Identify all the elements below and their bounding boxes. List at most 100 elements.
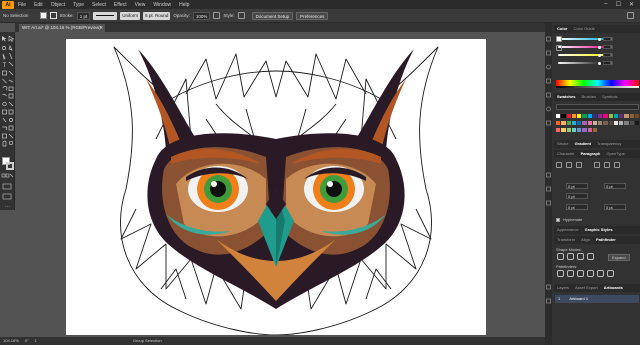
lasso-icon	[8, 45, 13, 51]
align-right-icon[interactable]	[576, 162, 582, 168]
free-transform-icon	[8, 93, 14, 99]
menu-view[interactable]: View	[131, 2, 150, 8]
merge-icon[interactable]	[577, 270, 584, 277]
variable-width-profile[interactable]	[93, 11, 118, 20]
menu-edit[interactable]: Edit	[30, 2, 47, 8]
document-setup-button[interactable]: Document Setup	[251, 11, 294, 20]
align-center-icon[interactable]	[566, 162, 572, 168]
yellow-slider[interactable]: 0	[558, 53, 638, 57]
black-value[interactable]: 0	[603, 61, 613, 65]
menu-type[interactable]: Type	[69, 2, 88, 8]
fill-swatch[interactable]	[39, 12, 47, 19]
gradient-mode-icon	[5, 173, 10, 178]
justify-center-icon[interactable]	[604, 162, 610, 168]
divide-icon[interactable]	[557, 270, 564, 277]
tab-pathfinder[interactable]: Pathfinder	[596, 236, 616, 244]
minimize-button[interactable]: –	[604, 1, 607, 8]
justify-left-icon[interactable]	[594, 162, 600, 168]
tab-swatches[interactable]: Swatches	[557, 93, 575, 101]
tab-asset-export[interactable]: Asset Export	[575, 284, 598, 292]
zoom-level[interactable]: 104.16%	[3, 337, 19, 345]
first-line-indent-field[interactable]: 0 pt	[566, 193, 588, 199]
recolor-icon[interactable]	[213, 12, 221, 19]
tab-paragraph[interactable]: Paragraph	[581, 150, 601, 158]
menu-effect[interactable]: Effect	[110, 2, 131, 8]
magenta-slider[interactable]: 0	[558, 45, 638, 49]
layers-panel-tabs: Layers Asset Export Artboards	[554, 284, 640, 292]
tab-align[interactable]: Align	[581, 236, 590, 244]
unite-icon[interactable]	[557, 253, 564, 260]
yellow-value[interactable]: 0	[603, 53, 613, 57]
outline-icon[interactable]	[597, 270, 604, 277]
tab-transform[interactable]: Transform	[557, 236, 575, 244]
artboard[interactable]	[66, 39, 486, 335]
rotation-angle[interactable]: 0°	[25, 337, 29, 345]
style-swatch-icon[interactable]	[237, 12, 245, 19]
tab-brushes[interactable]: Brushes	[581, 93, 596, 101]
swatch-grid[interactable]	[556, 114, 639, 134]
preferences-button[interactable]: Preferences	[296, 11, 329, 20]
exclude-icon[interactable]	[587, 253, 594, 260]
symbols-panel-icon	[546, 120, 551, 126]
magenta-value[interactable]: 0	[603, 45, 613, 49]
canvas-pasteboard[interactable]	[15, 32, 545, 337]
artboard-list-item[interactable]: 1 Artboard 1	[555, 295, 639, 303]
close-button[interactable]: ✕	[629, 1, 634, 8]
tab-layers[interactable]: Layers	[557, 284, 569, 292]
type-panel-tabs: Character Paragraph OpenType	[554, 150, 640, 158]
tab-artboards[interactable]: Artboards	[604, 284, 623, 292]
justify-all-icon[interactable]	[614, 162, 620, 168]
tab-opentype[interactable]: OpenType	[606, 150, 624, 158]
menu-object[interactable]: Object	[47, 2, 69, 8]
tab-gradient[interactable]: Gradient	[575, 140, 591, 148]
color-panel-tabs: Color Color Guide	[554, 25, 640, 33]
owl-illustration[interactable]	[66, 39, 486, 335]
crop-icon[interactable]	[587, 270, 594, 277]
tab-color-guide[interactable]: Color Guide	[573, 25, 594, 33]
tab-transparency[interactable]: Transparency	[597, 140, 621, 148]
intersect-icon[interactable]	[577, 253, 584, 260]
arrange-icon[interactable]	[627, 12, 634, 19]
minus-back-icon[interactable]	[607, 270, 614, 277]
right-indent-field[interactable]: 0 pt	[604, 183, 626, 189]
artboard-navigator[interactable]: 1	[35, 337, 37, 345]
menu-select[interactable]: Select	[88, 2, 110, 8]
minus-front-icon[interactable]	[567, 253, 574, 260]
brush-dropdown[interactable]: 5 pt. Round	[143, 11, 171, 20]
stroke-swatch[interactable]	[49, 12, 57, 19]
tools-lower-icons: ···	[1, 173, 14, 210]
tab-color[interactable]: Color	[557, 25, 567, 33]
tab-character[interactable]: Character	[557, 150, 575, 158]
stroke-weight-field[interactable]: 1 pt	[76, 11, 91, 20]
tab-stroke[interactable]: Stroke	[557, 140, 569, 148]
left-indent-field[interactable]: 0 pt	[566, 183, 588, 189]
black-slider[interactable]: 0	[558, 61, 638, 65]
menu-window[interactable]: Window	[149, 2, 175, 8]
menu-help[interactable]: Help	[175, 2, 193, 8]
maximize-button[interactable]: ☐	[616, 1, 621, 8]
opacity-field[interactable]: 100%	[192, 11, 211, 20]
tab-appearance[interactable]: Appearance	[557, 226, 579, 234]
profile-dropdown[interactable]: Uniform	[120, 11, 141, 20]
document-tab[interactable]: WIT Art.ai* @ 104.16 % (RGB/Preview) ✕	[19, 24, 105, 32]
expand-button[interactable]: Expand	[608, 254, 630, 261]
panel-fill-swatch[interactable]	[556, 36, 562, 42]
cyan-value[interactable]: 0	[603, 37, 613, 41]
trim-icon[interactable]	[567, 270, 574, 277]
space-before-field[interactable]: 0 pt	[566, 204, 588, 210]
close-document-icon[interactable]: ✕	[99, 24, 103, 32]
panel-stroke-swatch[interactable]	[556, 45, 562, 51]
cyan-slider[interactable]: 0	[558, 37, 638, 41]
swatch-search-field[interactable]	[556, 104, 639, 110]
artboard-name: Artboard 1	[569, 296, 589, 301]
menu-file[interactable]: File	[14, 2, 30, 8]
stroke-label: Stroke:	[59, 13, 74, 18]
tab-symbols[interactable]: Symbols	[602, 93, 617, 101]
tab-graphic-styles[interactable]: Graphic Styles	[585, 226, 613, 234]
space-after-field[interactable]: 0 pt	[604, 204, 626, 210]
stroke-color-box[interactable]	[6, 162, 14, 170]
hyphenate-checkbox[interactable]	[556, 218, 560, 222]
grayscale-ramp[interactable]	[556, 86, 639, 88]
perspective-grid-icon	[8, 101, 14, 107]
align-left-icon[interactable]	[556, 162, 562, 168]
